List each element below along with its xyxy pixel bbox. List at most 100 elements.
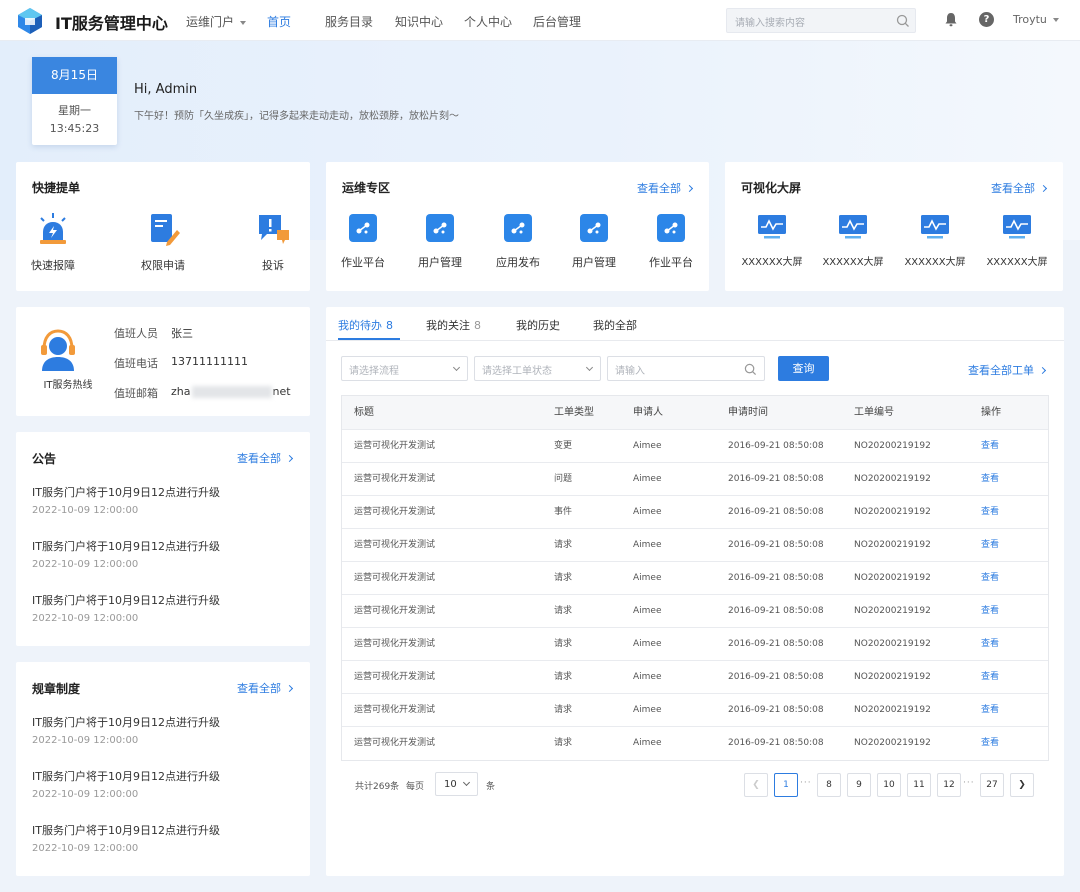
chevron-right-icon [1038, 366, 1047, 375]
nav-ops-portal[interactable]: 运维门户 [186, 13, 247, 30]
redacted-area [191, 386, 272, 398]
view-ticket-link[interactable]: 查看 [981, 727, 999, 760]
notice-view-all-link[interactable]: 查看全部 [237, 450, 294, 466]
cell-title: 运营可视化开发测试 [354, 507, 436, 517]
page-ellipsis: ··· [800, 778, 812, 788]
chevron-right-icon [285, 454, 294, 463]
search-icon[interactable] [896, 14, 910, 28]
nav-home[interactable]: 首页 [267, 13, 291, 30]
table-row: 运营可视化开发测试 请求 Aimee 2016-09-21 08:50:08 NO202… [342, 694, 1048, 727]
quick-item-report[interactable]: 快速报障 [18, 212, 88, 273]
ops-item-user-mgmt[interactable]: 用户管理 [408, 214, 472, 270]
view-ticket-link[interactable]: 查看 [981, 595, 999, 628]
rules-item-title[interactable]: IT服务门户将于10月9日12点进行升级 [32, 768, 220, 784]
app-title: IT服务管理中心 [55, 14, 168, 33]
keyword-input[interactable]: 请输入 [607, 356, 765, 381]
search-input[interactable]: 请输入搜索内容 [726, 8, 916, 33]
view-ticket-link[interactable]: 查看 [981, 463, 999, 496]
ops-item-user-mgmt-2[interactable]: 用户管理 [562, 214, 626, 270]
tab-my-all[interactable]: 我的全部 [593, 317, 637, 333]
page-10-button[interactable]: 10 [877, 773, 901, 797]
status-select[interactable]: 请选择工单状态 [474, 356, 601, 381]
view-ticket-link[interactable]: 查看 [981, 562, 999, 595]
headset-icon [41, 329, 75, 371]
page-size-select[interactable]: 10 [435, 772, 478, 796]
bell-icon[interactable] [944, 12, 958, 27]
screen-item[interactable]: XXXXXX大屏 [900, 214, 970, 268]
cell-time: 2016-09-21 08:50:08 [728, 738, 824, 748]
cell-title: 运营可视化开发测试 [354, 606, 436, 616]
chevron-right-icon [285, 684, 294, 693]
query-button[interactable]: 查询 [778, 356, 829, 381]
notice-item-title[interactable]: IT服务门户将于10月9日12点进行升级 [32, 484, 220, 500]
view-all-tickets-link[interactable]: 查看全部工单 [968, 362, 1047, 378]
cell-number: NO20200219192 [854, 672, 931, 682]
cell-applicant: Aimee [633, 672, 662, 682]
notice-item-title[interactable]: IT服务门户将于10月9日12点进行升级 [32, 592, 220, 608]
document-edit-icon [151, 214, 180, 246]
table-row: 运营可视化开发测试 请求 Aimee 2016-09-21 08:50:08 NO202… [342, 562, 1048, 595]
tab-my-todo[interactable]: 我的待办 8 [338, 317, 393, 333]
quick-item-permission[interactable]: 权限申请 [128, 212, 198, 273]
tab-my-history[interactable]: 我的历史 [516, 317, 560, 333]
screen-item[interactable]: XXXXXX大屏 [737, 214, 807, 268]
chevron-right-icon [1039, 184, 1048, 193]
help-icon[interactable]: ? [979, 12, 994, 27]
ops-item-label: 应用发布 [496, 256, 540, 269]
logo-icon [18, 8, 42, 34]
cell-title: 运营可视化开发测试 [354, 441, 436, 451]
table-row: 运营可视化开发测试 请求 Aimee 2016-09-21 08:50:08 NO202… [342, 529, 1048, 562]
tab-my-follow[interactable]: 我的关注 8 [426, 317, 481, 333]
time-label: 13:45:23 [49, 122, 100, 135]
view-ticket-link[interactable]: 查看 [981, 694, 999, 727]
rules-view-all-link[interactable]: 查看全部 [237, 680, 294, 696]
view-ticket-link[interactable]: 查看 [981, 661, 999, 694]
table-row: 运营可视化开发测试 问题 Aimee 2016-09-21 08:50:08 NO202… [342, 463, 1048, 496]
page-27-button[interactable]: 27 [980, 773, 1004, 797]
nav-service-catalog[interactable]: 服务目录 [325, 13, 373, 30]
network-icon [426, 214, 454, 242]
view-ticket-link[interactable]: 查看 [981, 529, 999, 562]
rules-item-date: 2022-10-09 12:00:00 [32, 843, 139, 854]
nav-admin[interactable]: 后台管理 [533, 13, 581, 30]
screens-view-all-link[interactable]: 查看全部 [991, 180, 1048, 196]
page-1-button[interactable]: 1 [774, 773, 798, 797]
page-9-button[interactable]: 9 [847, 773, 871, 797]
page-12-button[interactable]: 12 [937, 773, 961, 797]
ops-item-app-release[interactable]: 应用发布 [486, 214, 550, 270]
view-ticket-link[interactable]: 查看 [981, 628, 999, 661]
process-select[interactable]: 请选择流程 [341, 356, 468, 381]
notice-item-date: 2022-10-09 12:00:00 [32, 505, 139, 516]
page-11-button[interactable]: 11 [907, 773, 931, 797]
rules-item-title[interactable]: IT服务门户将于10月9日12点进行升级 [32, 714, 220, 730]
cell-title: 运营可视化开发测试 [354, 474, 436, 484]
rules-item-title[interactable]: IT服务门户将于10月9日12点进行升级 [32, 822, 220, 838]
cell-time: 2016-09-21 08:50:08 [728, 573, 824, 583]
chevron-down-icon [1052, 18, 1059, 22]
next-page-button[interactable]: ❯ [1010, 773, 1034, 797]
total-count: 共计269条 [355, 782, 400, 792]
notice-item-title[interactable]: IT服务门户将于10月9日12点进行升级 [32, 538, 220, 554]
weekday-label: 星期一 [58, 104, 91, 117]
quick-item-complaint[interactable]: 投诉 [238, 212, 308, 273]
network-icon [657, 214, 685, 242]
prev-page-button[interactable]: ❮ [744, 773, 768, 797]
nav-personal-center[interactable]: 个人中心 [464, 13, 512, 30]
ops-view-all-link[interactable]: 查看全部 [637, 180, 694, 196]
hotline-label: IT服务热线 [43, 380, 93, 391]
user-menu[interactable]: Troytu [1013, 13, 1059, 26]
nav-knowledge-center[interactable]: 知识中心 [395, 13, 443, 30]
screen-item[interactable]: XXXXXX大屏 [982, 214, 1052, 268]
quick-ticket-card: 快捷提单 快速报障 权限申请 投诉 [16, 162, 310, 291]
page-8-button[interactable]: 8 [817, 773, 841, 797]
search-icon [744, 363, 757, 376]
view-ticket-link[interactable]: 查看 [981, 496, 999, 529]
screen-item[interactable]: XXXXXX大屏 [818, 214, 888, 268]
ops-item-job-platform[interactable]: 作业平台 [331, 214, 395, 270]
ticket-table: 标题 工单类型 申请人 申请时间 工单编号 操作 运营可视化开发测试 变更 Aime… [341, 395, 1049, 761]
view-ticket-link[interactable]: 查看 [981, 430, 999, 463]
cell-applicant: Aimee [633, 507, 662, 517]
ops-item-job-platform-2[interactable]: 作业平台 [639, 214, 703, 270]
cell-number: NO20200219192 [854, 705, 931, 715]
screen-item-label: XXXXXX大屏 [822, 257, 884, 268]
